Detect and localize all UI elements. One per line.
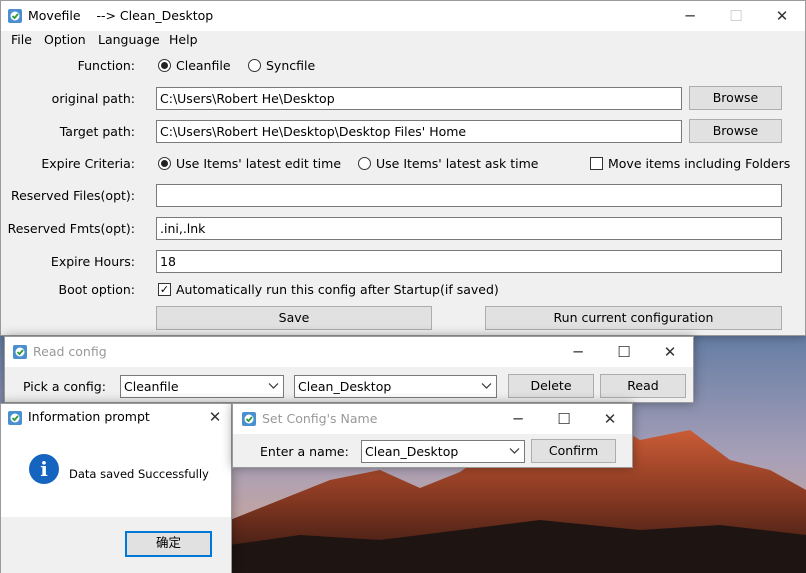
info-prompt-window: Information prompt ✕ Data saved Successf… [0, 403, 232, 573]
expire-hours-label: Expire Hours: [50, 254, 135, 269]
ask-time-radio[interactable] [358, 157, 371, 170]
cleanfile-radio[interactable] [158, 59, 171, 72]
syncfile-label[interactable]: Syncfile [266, 58, 315, 73]
edit-time-label[interactable]: Use Items' latest edit time [176, 156, 341, 171]
menu-option[interactable]: Option [44, 32, 86, 47]
move-folders-checkbox[interactable] [590, 157, 603, 170]
menu-help[interactable]: Help [169, 32, 198, 47]
app-icon [8, 9, 22, 23]
function-label: Function: [77, 58, 135, 73]
set-name-window: Set Config's Name ─ ☐ ✕ Enter a name: Cl… [232, 403, 633, 468]
ok-button[interactable]: 确定 [125, 531, 212, 557]
boot-option-text[interactable]: Automatically run this config after Star… [176, 282, 499, 297]
maximize-button[interactable]: ☐ [601, 337, 647, 367]
chevron-down-icon [481, 383, 492, 389]
enter-name-label: Enter a name: [260, 444, 349, 459]
syncfile-radio[interactable] [248, 59, 261, 72]
run-config-button[interactable]: Run current configuration [485, 306, 782, 330]
reserved-files-input[interactable] [156, 184, 782, 207]
menu-language[interactable]: Language [98, 32, 160, 47]
edit-time-radio[interactable] [158, 157, 171, 170]
minimize-button[interactable]: ─ [555, 337, 601, 367]
set-name-titlebar[interactable]: Set Config's Name ─ ☐ ✕ [233, 404, 632, 434]
reserved-fmts-input[interactable]: .ini,.lnk [156, 217, 782, 240]
save-button[interactable]: Save [156, 306, 432, 330]
boot-option-label: Boot option: [58, 282, 135, 297]
close-button[interactable]: ✕ [587, 404, 633, 434]
original-path-input[interactable]: C:\Users\Robert He\Desktop [156, 87, 682, 110]
browse-target-button[interactable]: Browse [689, 119, 782, 143]
read-config-titlebar[interactable]: Read config ─ ☐ ✕ [5, 337, 693, 367]
maximize-button[interactable]: ☐ [541, 404, 587, 434]
set-name-title: Set Config's Name [262, 411, 378, 426]
movefile-main-window: Movefile --> Clean_Desktop ─ ☐ ✕ File Op… [0, 0, 806, 336]
read-config-window: Read config ─ ☐ ✕ Pick a config: Cleanfi… [4, 336, 694, 403]
close-button[interactable]: ✕ [759, 1, 805, 31]
config-type-value: Cleanfile [124, 379, 179, 394]
app-icon [13, 345, 27, 359]
app-icon [8, 411, 22, 425]
main-title: Movefile --> Clean_Desktop [28, 8, 214, 23]
name-select[interactable]: Clean_Desktop [361, 440, 525, 463]
config-type-select[interactable]: Cleanfile [120, 375, 284, 398]
expire-criteria-label: Expire Criteria: [41, 156, 135, 171]
pick-config-label: Pick a config: [23, 379, 106, 394]
browse-original-button[interactable]: Browse [689, 86, 782, 110]
expire-hours-input[interactable]: 18 [156, 250, 782, 273]
info-message: Data saved Successfully [69, 467, 209, 481]
ask-time-label[interactable]: Use Items' latest ask time [376, 156, 538, 171]
move-folders-label[interactable]: Move items including Folders [608, 156, 790, 171]
minimize-button[interactable]: ─ [495, 404, 541, 434]
close-button[interactable]: ✕ [647, 337, 693, 367]
config-name-value: Clean_Desktop [298, 379, 392, 394]
name-value: Clean_Desktop [365, 444, 459, 459]
menu-file[interactable]: File [11, 32, 32, 47]
close-button[interactable]: ✕ [197, 404, 233, 431]
confirm-button[interactable]: Confirm [531, 439, 616, 463]
delete-button[interactable]: Delete [508, 374, 594, 398]
read-button[interactable]: Read [600, 374, 686, 398]
target-path-label: Target path: [59, 124, 135, 139]
config-name-select[interactable]: Clean_Desktop [294, 375, 497, 398]
main-titlebar[interactable]: Movefile --> Clean_Desktop ─ ☐ ✕ [1, 1, 805, 31]
cleanfile-label[interactable]: Cleanfile [176, 58, 231, 73]
original-path-label: original path: [51, 91, 135, 106]
boot-option-checkbox[interactable]: ✓ [158, 283, 171, 296]
info-titlebar[interactable]: Information prompt ✕ [1, 404, 231, 431]
maximize-button[interactable]: ☐ [713, 1, 759, 31]
info-icon: i [29, 454, 59, 484]
minimize-button[interactable]: ─ [667, 1, 713, 31]
read-config-title: Read config [33, 344, 107, 359]
chevron-down-icon [268, 383, 279, 389]
reserved-fmts-label: Reserved Fmts(opt): [7, 221, 135, 236]
reserved-files-label: Reserved Files(opt): [10, 188, 135, 203]
app-icon [242, 412, 256, 426]
target-path-input[interactable]: C:\Users\Robert He\Desktop\Desktop Files… [156, 120, 682, 143]
chevron-down-icon [509, 448, 520, 454]
info-title: Information prompt [28, 409, 150, 424]
